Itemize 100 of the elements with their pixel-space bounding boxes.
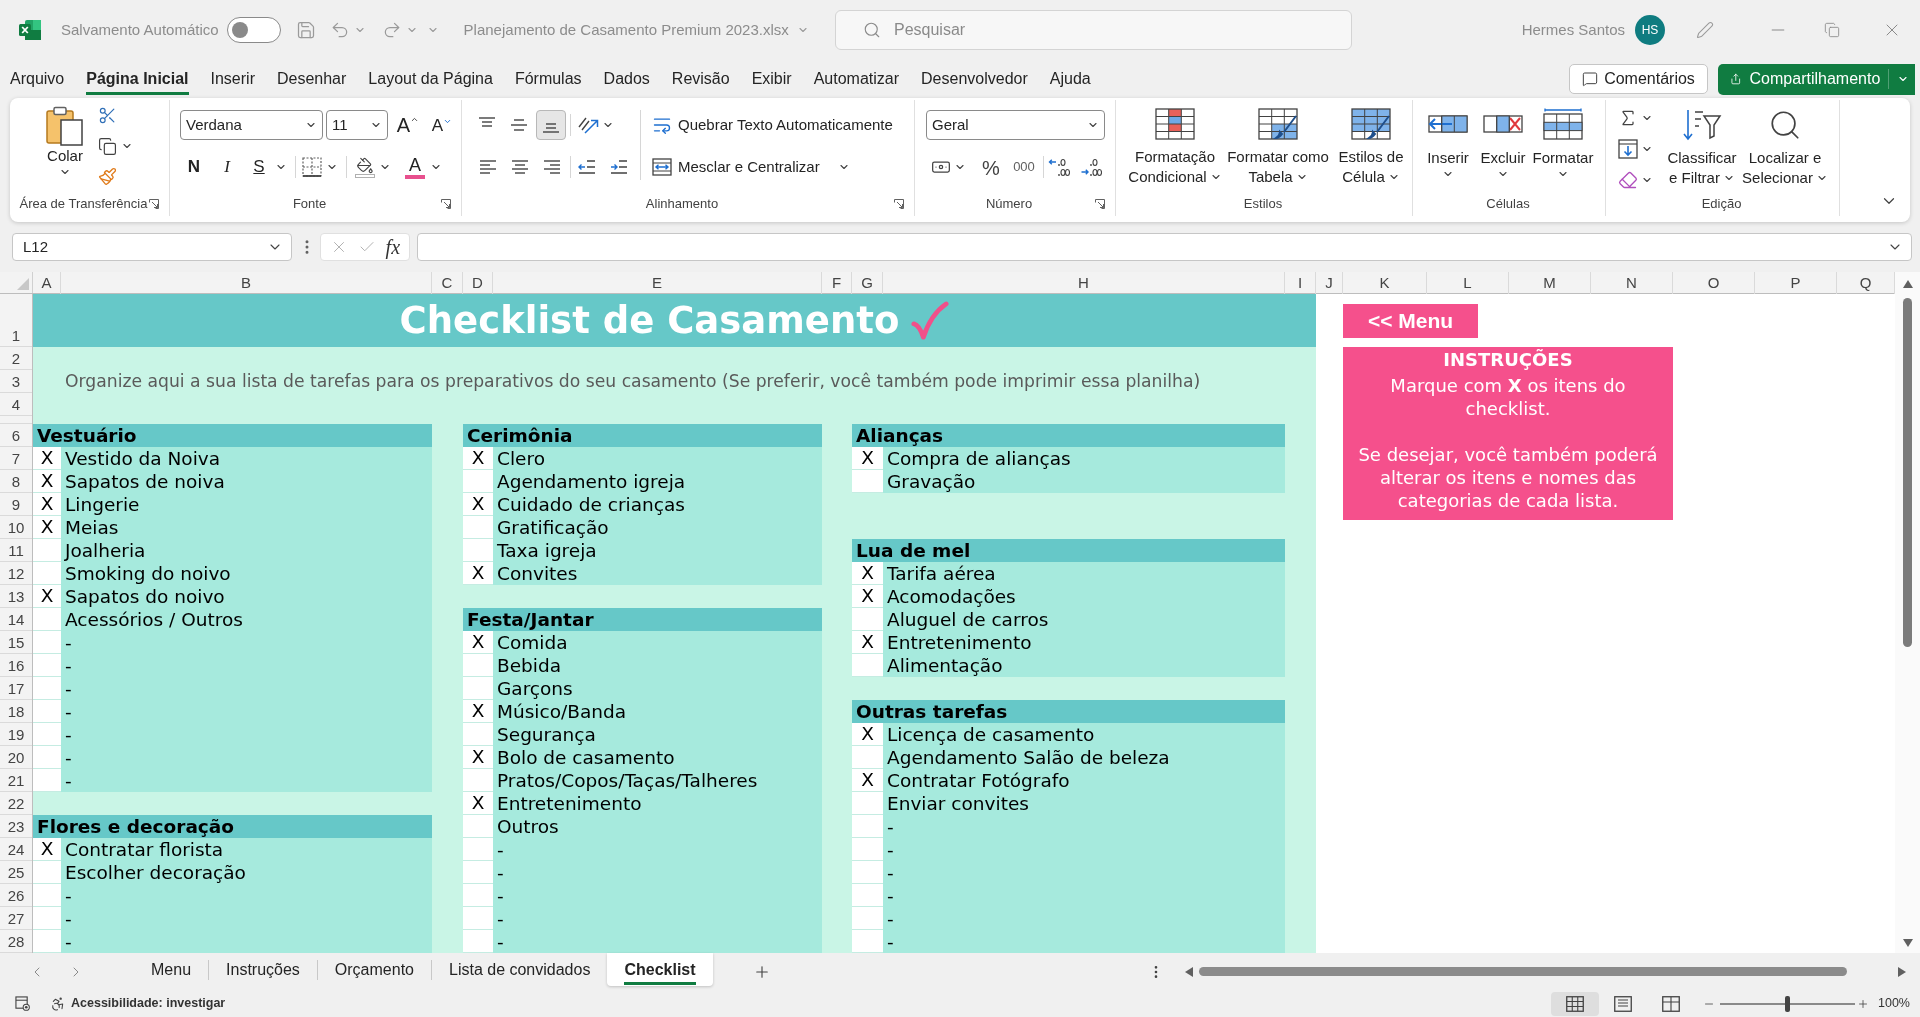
underline-button[interactable]: S: [245, 153, 273, 181]
row-header[interactable]: 2: [0, 347, 32, 370]
dialog-launcher-icon[interactable]: [1095, 199, 1105, 209]
name-box[interactable]: L12: [12, 233, 292, 261]
row-header[interactable]: 16: [0, 654, 32, 677]
user-avatar[interactable]: HS: [1635, 15, 1665, 45]
scroll-right-icon[interactable]: [1898, 966, 1906, 977]
ribbon-tab[interactable]: Inserir: [210, 63, 255, 95]
zoom-in-icon[interactable]: [1857, 997, 1869, 1010]
ribbon-tab[interactable]: Exibir: [751, 63, 792, 95]
row-header[interactable]: 1: [0, 294, 32, 347]
scissors-icon[interactable]: [98, 105, 117, 125]
copy-icon[interactable]: [98, 136, 117, 156]
row-header[interactable]: 19: [0, 723, 32, 746]
row-header[interactable]: 20: [0, 746, 32, 769]
wrap-text-button[interactable]: Quebrar Texto Automaticamente: [652, 110, 893, 140]
sort-filter-button[interactable]: Classificar e Filtrar: [1666, 102, 1738, 195]
sheet-tab[interactable]: Menu: [134, 953, 209, 986]
delete-cells-button[interactable]: Excluir: [1475, 108, 1531, 180]
row-header[interactable]: 3: [0, 370, 32, 393]
sheet-tab[interactable]: Checklist: [607, 953, 713, 986]
number-format-select[interactable]: Geral: [926, 110, 1105, 140]
align-left-icon[interactable]: [479, 159, 497, 175]
thousands-button[interactable]: 000: [1007, 153, 1041, 181]
share-button[interactable]: Compartilhamento: [1718, 63, 1915, 95]
borders-icon[interactable]: [302, 157, 322, 177]
scroll-down-icon[interactable]: [1902, 939, 1913, 947]
row-header[interactable]: 25: [0, 861, 32, 884]
dialog-launcher-icon[interactable]: [894, 199, 904, 209]
row-header[interactable]: 26: [0, 884, 32, 907]
row-header[interactable]: 4: [0, 393, 32, 416]
increase-decimal-icon[interactable]: [1048, 157, 1070, 177]
paintbrush-icon[interactable]: [98, 167, 117, 187]
row-header[interactable]: 18: [0, 700, 32, 723]
font-color-button[interactable]: A: [403, 155, 427, 179]
ribbon-tab[interactable]: Automatizar: [813, 63, 900, 95]
font-size-select[interactable]: 11: [326, 110, 388, 140]
row-header[interactable]: 23: [0, 815, 32, 838]
row-header[interactable]: 22: [0, 792, 32, 815]
scrollbar-thumb[interactable]: [1903, 298, 1912, 647]
view-button[interactable]: [1551, 991, 1599, 1016]
dialog-launcher-icon[interactable]: [441, 199, 451, 209]
ribbon-tab[interactable]: Desenhar: [276, 63, 347, 95]
row-header[interactable]: 13: [0, 585, 32, 608]
ribbon-tab[interactable]: Desenvolvedor: [921, 63, 1028, 95]
cell-styles-button[interactable]: Estilos de Célula: [1333, 108, 1409, 187]
search-field[interactable]: Pesquisar: [835, 10, 1352, 50]
zoom-slider[interactable]: [1720, 995, 1855, 1012]
format-as-table-button[interactable]: Formatar como Tabela: [1224, 108, 1332, 187]
ribbon-tab[interactable]: Dados: [603, 63, 650, 95]
document-icon[interactable]: [15, 996, 30, 1011]
accessibility-status[interactable]: Acessibilidade: investigar: [71, 994, 226, 1013]
row-header[interactable]: 11: [0, 539, 32, 562]
increase-indent-icon[interactable]: [610, 160, 628, 174]
align-center-icon[interactable]: [511, 159, 529, 175]
row-header[interactable]: 12: [0, 562, 32, 585]
row-header[interactable]: 8: [0, 470, 32, 493]
scrollbar-thumb[interactable]: [1199, 967, 1847, 976]
decrease-indent-icon[interactable]: [578, 160, 596, 174]
conditional-formatting-button[interactable]: Formatação Condicional: [1127, 108, 1223, 187]
merge-center-button[interactable]: Mesclar e Centralizar: [652, 152, 893, 182]
diagonal-arrow-icon[interactable]: [577, 115, 599, 135]
row-header[interactable]: 14: [0, 608, 32, 631]
row-header[interactable]: 10: [0, 516, 32, 539]
bold-button[interactable]: N: [180, 153, 208, 181]
fill-down-icon[interactable]: [1618, 138, 1638, 159]
scroll-left-icon[interactable]: [1185, 966, 1193, 977]
row-header[interactable]: 15: [0, 631, 32, 654]
comments-button[interactable]: Comentários: [1569, 64, 1708, 94]
ribbon-tab[interactable]: Arquivo: [10, 63, 65, 95]
decrease-decimal-icon[interactable]: [1080, 157, 1102, 177]
row-header[interactable]: 6: [0, 424, 32, 447]
ribbon-tab[interactable]: Revisão: [671, 63, 730, 95]
zoom-level[interactable]: 100%: [1878, 994, 1910, 1013]
row-header[interactable]: 7: [0, 447, 32, 470]
sheet-tab[interactable]: Instruções: [209, 953, 317, 986]
insert-cells-button[interactable]: Inserir: [1423, 108, 1473, 180]
paste-button[interactable]: Colar: [40, 100, 90, 178]
slider-thumb[interactable]: [1785, 995, 1790, 1012]
grow-font-button[interactable]: A: [396, 112, 420, 138]
ribbon-tab[interactable]: Página Inicial: [86, 63, 189, 95]
italic-button[interactable]: I: [213, 153, 241, 181]
shrink-font-button[interactable]: A: [430, 112, 454, 138]
dialog-launcher-icon[interactable]: [149, 199, 159, 209]
sheet-tab[interactable]: Orçamento: [317, 953, 431, 986]
ribbon-tab[interactable]: Fórmulas: [514, 63, 582, 95]
align-bottom-button[interactable]: [536, 110, 566, 140]
scroll-up-icon[interactable]: [1902, 280, 1913, 288]
align-right-icon[interactable]: [543, 159, 561, 175]
accessibility-icon[interactable]: [50, 995, 66, 1012]
ribbon-tab[interactable]: Layout da Página: [368, 63, 493, 95]
row-header[interactable]: 24: [0, 838, 32, 861]
ribbon-tab[interactable]: Ajuda: [1049, 63, 1091, 95]
insert-function-button[interactable]: fx: [385, 237, 401, 257]
format-cells-button[interactable]: Formatar: [1531, 108, 1595, 180]
eraser-icon[interactable]: [1618, 169, 1638, 190]
find-select-button[interactable]: Localizar e Selecionar: [1738, 102, 1832, 195]
row-header[interactable]: 17: [0, 677, 32, 700]
percent-button[interactable]: %: [977, 153, 1005, 181]
sheet-tab[interactable]: Lista de convidados: [432, 953, 608, 986]
